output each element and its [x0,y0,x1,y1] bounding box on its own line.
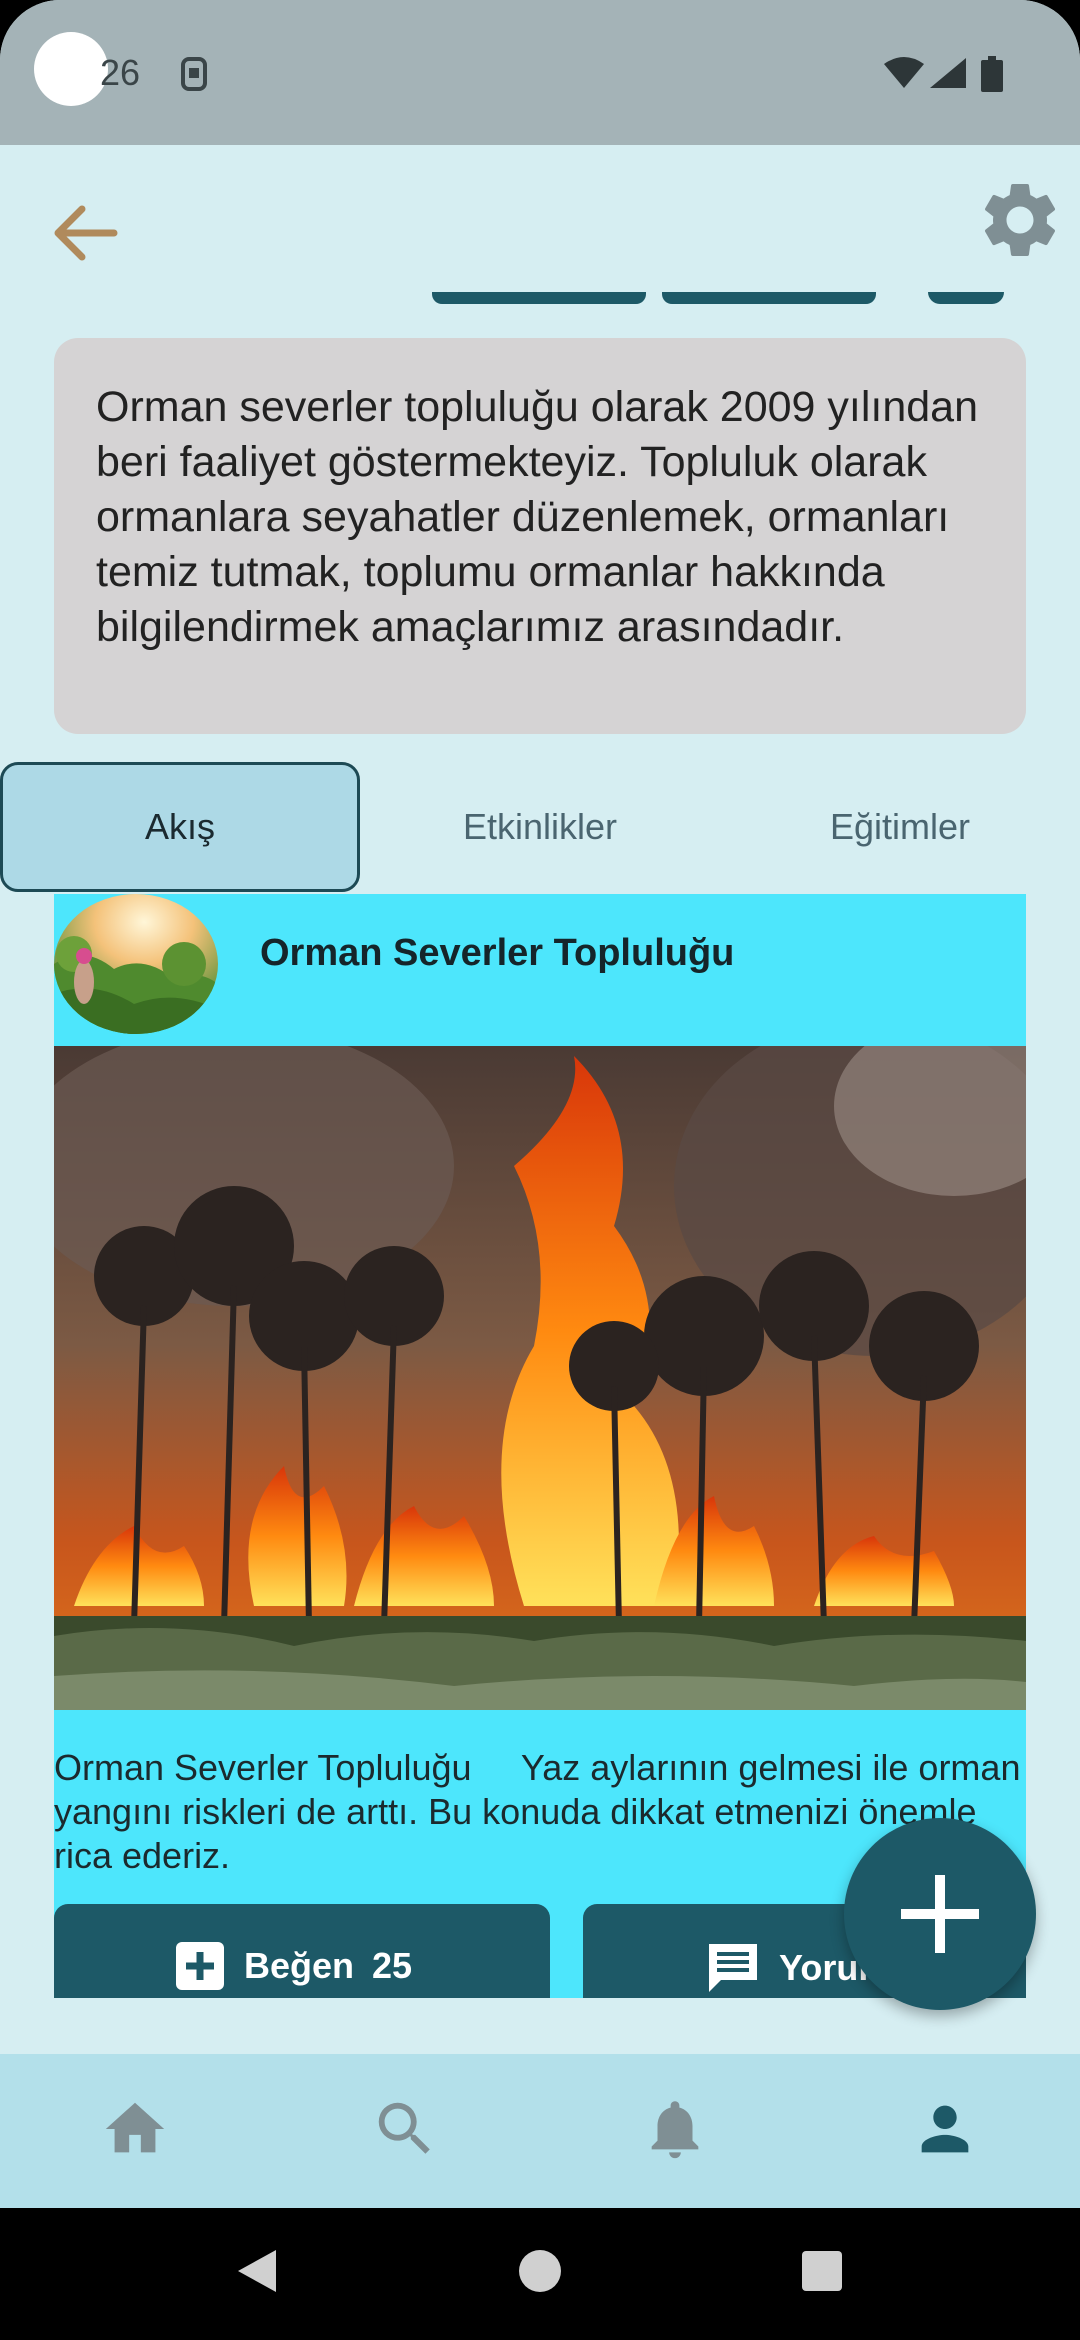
avatar[interactable] [54,894,218,1034]
person-icon[interactable] [910,2094,980,2164]
tab-feed[interactable]: Akış [0,762,360,892]
recents-nav-icon[interactable] [800,2246,844,2296]
post-header: Orman Severler Topluluğu [54,894,1026,1046]
app-screen: 26 Orman severler topluluğu olarak 2009 … [0,0,1080,2340]
post-author[interactable]: Orman Severler Topluluğu [260,932,734,975]
gear-icon[interactable] [975,175,1065,265]
scrolled-button-edge [662,292,876,304]
status-time: 26 [100,52,141,93]
scrolled-button-edge [432,292,646,304]
like-button[interactable]: Beğen 25 [54,1904,550,1998]
tab-events[interactable]: Etkinlikler [360,762,720,892]
back-nav-icon[interactable] [234,2246,280,2296]
home-icon[interactable] [100,2094,170,2164]
battery-icon [981,56,1003,92]
status-bar: 26 [0,0,1080,145]
system-navigation-bar [0,2208,1080,2340]
search-icon[interactable] [370,2094,440,2164]
like-label: Beğen [244,1945,355,1986]
sim-icon [181,57,207,91]
post-text-line: yangını riskleri de arttı. Bu konuda dik… [54,1791,977,1832]
home-nav-icon[interactable] [518,2246,562,2296]
app-bar [0,145,1080,315]
signal-icon [930,58,966,88]
post-text-line: rica ederiz. [54,1835,231,1876]
add-post-button[interactable] [844,1818,1036,2010]
like-count: 25 [372,1945,413,1986]
add-box-icon [176,1942,224,1990]
wifi-icon [884,57,924,88]
tab-bar: Akış Etkinlikler Eğitimler [0,762,1080,894]
bell-icon[interactable] [640,2094,710,2164]
plus-icon [901,1875,979,1953]
post-text-line: Orman Severler Topluluğu Yaz aylarının g… [54,1747,1021,1788]
tab-trainings[interactable]: Eğitimler [720,762,1080,892]
post-image [54,1046,1026,1710]
arrow-left-icon[interactable] [44,193,124,273]
bottom-navigation [0,2054,1080,2208]
community-description-card: Orman severler topluluğu olarak 2009 yıl… [54,338,1026,734]
camera-cutout [34,32,108,106]
comment-icon [709,1944,757,1992]
scrolled-button-edge [928,292,1004,304]
community-description: Orman severler topluluğu olarak 2009 yıl… [96,383,979,651]
